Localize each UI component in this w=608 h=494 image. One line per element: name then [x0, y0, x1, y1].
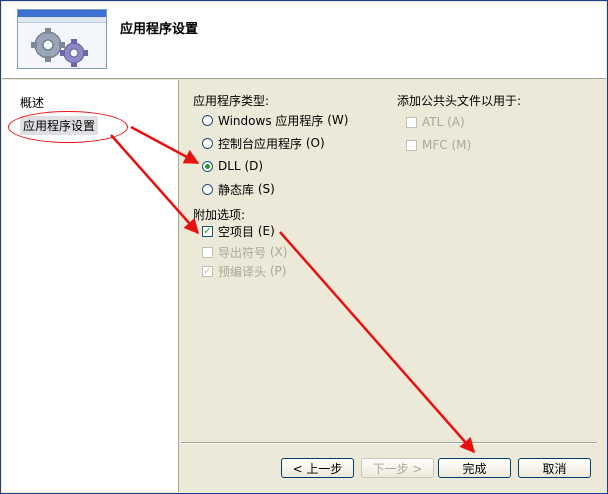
annotation-arrow [279, 231, 475, 454]
annotation-arrow [130, 125, 200, 165]
annotation-arrows [110, 125, 475, 454]
annotation-arrow [110, 134, 199, 235]
